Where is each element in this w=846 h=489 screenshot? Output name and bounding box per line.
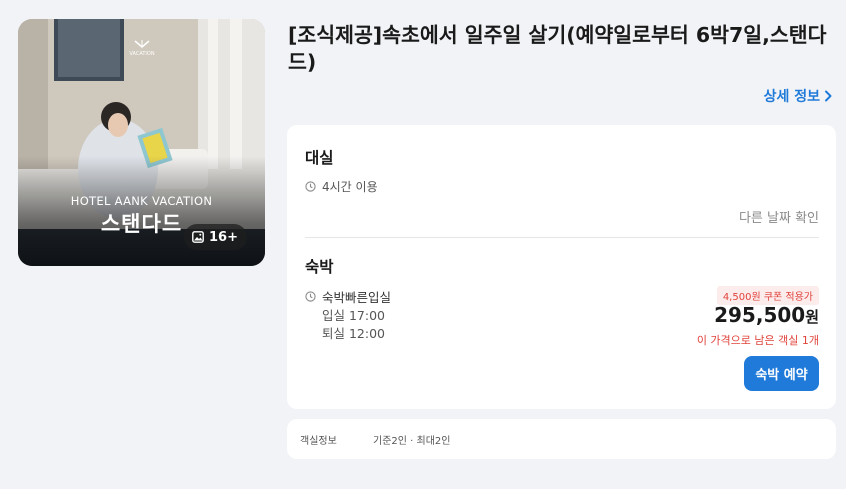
dayuse-duration: 4시간 이용 bbox=[322, 180, 378, 194]
room-info-label: 객실정보 bbox=[300, 436, 337, 447]
room-info-value: 기준2인 · 최대2인 bbox=[373, 436, 451, 447]
booking-panel: 대실 4시간 이용 다른 날짜 확인 숙박 숙박빠른입실 입실 17:00 퇴실… bbox=[287, 125, 836, 409]
price: 295,500원 bbox=[714, 303, 819, 327]
price-currency: 원 bbox=[805, 308, 819, 326]
other-date-button[interactable]: 다른 날짜 확인 bbox=[739, 207, 819, 226]
hotel-name: HOTEL AANK VACATION bbox=[70, 194, 213, 208]
clock-icon bbox=[305, 181, 316, 192]
dayuse-duration-row: 4시간 이용 bbox=[305, 178, 378, 195]
checkout-time: 퇴실 12:00 bbox=[322, 326, 385, 341]
detail-info-label: 상세 정보 bbox=[763, 89, 820, 105]
room-title: [조식제공]속초에서 일주일 살기(예약일로부터 6박7일,스탠다드) bbox=[288, 23, 827, 74]
room-photo[interactable]: VACATION HOTEL AANK VACATION 스탠다드 16+ bbox=[18, 19, 265, 266]
detail-info-link[interactable]: 상세 정보 bbox=[764, 86, 832, 106]
checkin-time: 입실 17:00 bbox=[322, 308, 385, 323]
price-value: 295,500 bbox=[714, 303, 806, 327]
stay-checkin-type: 숙박빠른입실 bbox=[322, 290, 392, 305]
clock-icon bbox=[305, 291, 316, 302]
rooms-left-notice: 이 가격으로 남은 객실 1개 bbox=[696, 334, 819, 347]
stay-checkin-type-row: 숙박빠른입실 bbox=[305, 287, 391, 306]
stay-title: 숙박 bbox=[305, 258, 334, 276]
hotel-logo: VACATION bbox=[122, 39, 162, 65]
chevron-right-icon bbox=[825, 90, 832, 102]
logo-mark-icon bbox=[134, 40, 150, 48]
photo-count: 16+ bbox=[209, 229, 238, 245]
book-stay-button[interactable]: 숙박 예약 bbox=[744, 356, 819, 391]
section-divider bbox=[305, 237, 819, 238]
logo-text: VACATION bbox=[129, 51, 155, 57]
photo-count-badge[interactable]: 16+ bbox=[184, 224, 247, 250]
gallery-icon bbox=[192, 231, 204, 243]
dayuse-title: 대실 bbox=[305, 149, 334, 167]
room-info-panel: 객실정보 기준2인 · 최대2인 bbox=[287, 419, 836, 459]
